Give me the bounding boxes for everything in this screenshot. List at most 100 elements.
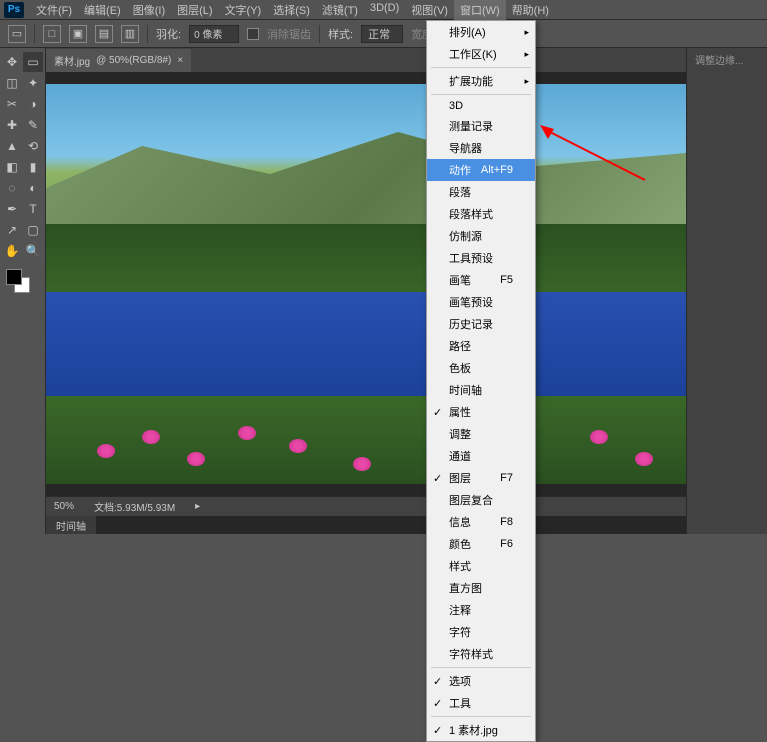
document-tab-bar: 素材.jpg @ 50%(RGB/8#) × — [46, 48, 686, 72]
menu-item-label: 工具 — [449, 695, 471, 711]
antialias-checkbox[interactable] — [247, 28, 259, 40]
timeline-tab[interactable]: 时间轴 — [46, 516, 96, 534]
zoom-tool[interactable]: 🔍 — [23, 241, 43, 261]
menu-item[interactable]: 编辑(E) — [78, 0, 127, 20]
window-menu-item[interactable]: ✓ 工具 — [427, 692, 535, 714]
window-menu-item[interactable]: 注释 — [427, 599, 535, 621]
eyedropper-tool[interactable]: ◑ — [23, 94, 43, 114]
window-menu-item[interactable]: 信息F8 — [427, 511, 535, 533]
menu-item-label: 画笔预设 — [449, 294, 493, 310]
menu-item[interactable]: 图像(I) — [127, 0, 171, 20]
window-menu-item[interactable]: ✓图层F7 — [427, 467, 535, 489]
check-icon: ✓ — [433, 406, 442, 419]
type-tool[interactable]: T — [23, 199, 43, 219]
window-menu-item[interactable]: 画笔F5 — [427, 269, 535, 291]
zoom-level[interactable]: 50% — [54, 501, 74, 512]
foreground-color-swatch[interactable] — [6, 269, 22, 285]
menu-shortcut: F6 — [500, 538, 513, 550]
blur-tool[interactable]: ◌ — [2, 178, 22, 198]
menu-separator — [431, 67, 531, 68]
window-menu-item[interactable]: ✓ 属性 — [427, 401, 535, 423]
window-menu-item[interactable]: 扩展功能 — [427, 70, 535, 92]
document-tab[interactable]: 素材.jpg @ 50%(RGB/8#) × — [46, 49, 191, 72]
feather-label: 羽化: — [156, 26, 181, 42]
eraser-tool[interactable]: ◧ — [2, 157, 22, 177]
style-dropdown[interactable]: 正常 — [361, 25, 403, 43]
heal-tool[interactable]: ✚ — [2, 115, 22, 135]
window-menu-item[interactable]: 3D — [427, 97, 535, 115]
window-menu-item[interactable]: 路径 — [427, 335, 535, 357]
window-menu-item[interactable]: 导航器 — [427, 137, 535, 159]
wand-tool[interactable]: ✦ — [23, 73, 43, 93]
menu-item[interactable]: 帮助(H) — [506, 0, 555, 20]
dodge-tool[interactable]: ◐ — [23, 178, 43, 198]
gradient-tool[interactable]: ▮ — [23, 157, 43, 177]
window-menu-item[interactable]: 排列(A) — [427, 21, 535, 43]
right-panel: 调整边缘... — [686, 48, 767, 534]
window-menu-item[interactable]: ✓ 选项 — [427, 670, 535, 692]
stamp-tool[interactable]: ▲ — [2, 136, 22, 156]
menu-separator — [431, 94, 531, 95]
menu-item[interactable]: 窗口(W) — [454, 0, 506, 20]
check-icon: ✓ — [433, 697, 442, 710]
menu-item[interactable]: 图层(L) — [171, 0, 218, 20]
window-menu-item[interactable]: 调整 — [427, 423, 535, 445]
menu-item-label: 排列(A) — [449, 24, 486, 40]
menu-item-label: 属性 — [449, 404, 471, 420]
check-icon: ✓ — [433, 675, 442, 688]
menu-item-label: 扩展功能 — [449, 73, 493, 89]
move-tool[interactable]: ✥ — [2, 52, 22, 72]
window-menu-item[interactable]: 时间轴 — [427, 379, 535, 401]
close-icon[interactable]: × — [177, 55, 183, 66]
crop-tool[interactable]: ✂ — [2, 94, 22, 114]
menu-item[interactable]: 文件(F) — [30, 0, 78, 20]
menu-item-label: 3D — [449, 100, 463, 112]
window-menu-item[interactable]: 通道 — [427, 445, 535, 467]
path-tool[interactable]: ↗ — [2, 220, 22, 240]
pen-tool[interactable]: ✒ — [2, 199, 22, 219]
menu-item[interactable]: 文字(Y) — [219, 0, 268, 20]
selection-new-icon[interactable]: □ — [43, 25, 61, 43]
chevron-right-icon[interactable]: ▸ — [195, 501, 200, 512]
selection-subtract-icon[interactable]: ▤ — [95, 25, 113, 43]
menu-item[interactable]: 3D(D) — [364, 0, 405, 20]
color-swatches[interactable] — [2, 269, 43, 299]
window-menu-item[interactable]: 历史记录 — [427, 313, 535, 335]
adjust-edge-button[interactable]: 调整边缘... — [695, 56, 743, 67]
window-menu-item[interactable]: 图层复合 — [427, 489, 535, 511]
window-menu-item[interactable]: 字符 — [427, 621, 535, 643]
menu-separator — [431, 667, 531, 668]
hand-tool[interactable]: ✋ — [2, 241, 22, 261]
window-menu-item[interactable]: 直方图 — [427, 577, 535, 599]
shape-tool[interactable]: ▢ — [23, 220, 43, 240]
window-menu-item[interactable]: 动作Alt+F9 — [427, 159, 535, 181]
window-menu-item[interactable]: 测量记录 — [427, 115, 535, 137]
window-menu-item[interactable]: 色板 — [427, 357, 535, 379]
menu-item[interactable]: 滤镜(T) — [316, 0, 364, 20]
history-tool[interactable]: ⟲ — [23, 136, 43, 156]
window-menu-item[interactable]: 样式 — [427, 555, 535, 577]
window-menu-item[interactable]: 字符样式 — [427, 643, 535, 665]
menu-shortcut: F5 — [500, 274, 513, 286]
menu-item[interactable]: 选择(S) — [267, 0, 316, 20]
window-menu-item[interactable]: 画笔预设 — [427, 291, 535, 313]
brush-tool[interactable]: ✎ — [23, 115, 43, 135]
tools-panel: ✥▭◫✦✂◑✚✎▲⟲◧▮◌◐✒T↗▢✋🔍 — [0, 48, 46, 534]
window-menu-item[interactable]: 仿制源 — [427, 225, 535, 247]
canvas-viewport[interactable] — [46, 72, 686, 496]
window-menu-item[interactable]: 工作区(K) — [427, 43, 535, 65]
menu-item-label: 选项 — [449, 673, 471, 689]
feather-input[interactable] — [189, 25, 239, 43]
menu-item-label: 1 素材.jpg — [449, 722, 498, 738]
marquee-tool[interactable]: ▭ — [23, 52, 43, 72]
selection-add-icon[interactable]: ▣ — [69, 25, 87, 43]
selection-intersect-icon[interactable]: ▥ — [121, 25, 139, 43]
window-menu-item[interactable]: 段落样式 — [427, 203, 535, 225]
window-menu-item[interactable]: 工具预设 — [427, 247, 535, 269]
window-menu-item[interactable]: ✓1 素材.jpg — [427, 719, 535, 741]
window-menu-item[interactable]: 段落 — [427, 181, 535, 203]
lasso-tool[interactable]: ◫ — [2, 73, 22, 93]
menu-item[interactable]: 视图(V) — [405, 0, 454, 20]
window-menu-item[interactable]: 颜色F6 — [427, 533, 535, 555]
menu-item-label: 字符 — [449, 624, 471, 640]
